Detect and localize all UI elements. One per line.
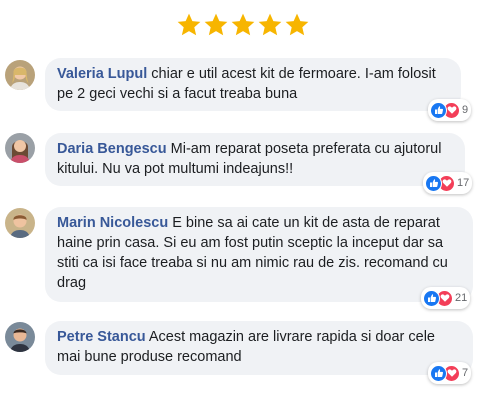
- star-icon: [284, 12, 310, 38]
- reaction-count: 17: [457, 177, 470, 189]
- star-icon: [257, 12, 283, 38]
- comment-bubble: Marin Nicolescu E bine sa ai cate un kit…: [45, 207, 473, 302]
- avatar[interactable]: [5, 60, 35, 90]
- reaction-summary[interactable]: 21: [421, 287, 471, 309]
- reaction-summary[interactable]: 7: [428, 362, 472, 384]
- like-icon: [425, 174, 442, 192]
- reaction-summary[interactable]: 9: [428, 99, 472, 121]
- reaction-count: 21: [455, 292, 468, 304]
- comment-bubble: Valeria Lupul chiar e util acest kit de …: [45, 58, 461, 111]
- comment-author[interactable]: Petre Stancu: [57, 329, 146, 345]
- comment-bubble: Daria Bengescu Mi-am reparat poseta pref…: [45, 133, 465, 186]
- avatar[interactable]: [5, 322, 35, 352]
- comment-author[interactable]: Daria Bengescu: [57, 141, 167, 157]
- reaction-count: 7: [462, 367, 469, 379]
- comment-bubble: Petre Stancu Acest magazin are livrare r…: [45, 321, 473, 375]
- star-icon: [203, 12, 229, 38]
- rating-stars: [176, 12, 310, 38]
- comment-author[interactable]: Marin Nicolescu: [57, 215, 168, 231]
- like-icon: [423, 289, 440, 307]
- avatar[interactable]: [5, 208, 35, 238]
- reaction-summary[interactable]: 17: [423, 172, 473, 194]
- star-icon: [176, 12, 202, 38]
- comment-author[interactable]: Valeria Lupul: [57, 66, 147, 82]
- star-icon: [230, 12, 256, 38]
- like-icon: [430, 101, 447, 119]
- avatar[interactable]: [5, 133, 35, 163]
- like-icon: [430, 364, 447, 382]
- reaction-count: 9: [462, 104, 469, 116]
